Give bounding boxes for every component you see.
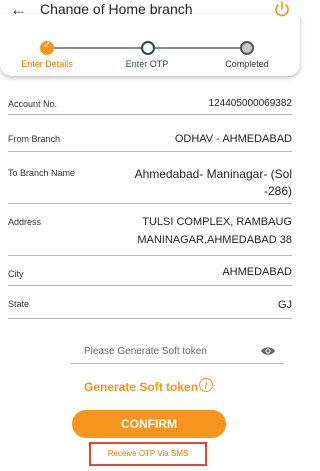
generate-soft-token-link[interactable]: Generate Soft token	[84, 380, 198, 394]
step-circle-completed: ✓	[40, 40, 54, 55]
to-branch-value-line1: Ahmedabad- Maninagar- (Sol	[134, 167, 292, 181]
to-branch-value-line2: -286)	[263, 184, 292, 198]
city-field: City AHMEDABAD	[8, 262, 292, 286]
address-value-line1: TULSI COMPLEX, RAMBAUG	[142, 216, 292, 228]
city-label: City	[8, 269, 24, 279]
step-connector	[155, 47, 241, 49]
city-value: AHMEDABAD	[222, 266, 292, 278]
info-icon[interactable]: i	[199, 378, 213, 392]
from-branch-value: ODHAV - AHMEDABAD	[174, 133, 292, 145]
step-circle-current	[141, 41, 155, 55]
step-label-enter-otp: Enter OTP	[125, 59, 169, 69]
check-icon: ✓	[43, 40, 52, 51]
account-no-field: Account No. 124405000069382	[8, 93, 292, 115]
address-label: Address	[8, 217, 42, 227]
state-field: State GJ	[8, 295, 292, 319]
to-branch-field: To Branch Name Ahmedabad- Maninagar- (So…	[8, 162, 292, 204]
step-connector	[51, 47, 142, 49]
from-branch-label: From Branch	[8, 134, 61, 144]
state-value: GJ	[277, 299, 292, 311]
confirm-button[interactable]: CONFIRM	[72, 410, 226, 438]
address-value-line2: MANINAGAR,AHMEDABAD 38	[137, 234, 292, 246]
step-label-completed: Completed	[225, 59, 269, 69]
soft-token-input[interactable]: Please Generate Soft token	[70, 342, 284, 364]
receive-otp-sms-link[interactable]: Receive OTP Via SMS	[91, 449, 205, 458]
from-branch-field: From Branch ODHAV - AHMEDABAD	[8, 128, 292, 152]
state-label: State	[8, 299, 30, 309]
account-no-value: 124405000069382	[208, 98, 292, 109]
progress-stepper: ✓ Enter Details Enter OTP Completed	[0, 14, 300, 76]
account-no-label: Account No.	[8, 99, 58, 109]
power-icon[interactable]	[273, 0, 291, 18]
soft-token-placeholder: Please Generate Soft token	[84, 346, 207, 357]
sms-highlight-box: Receive OTP Via SMS	[89, 442, 207, 466]
step-circle-pending	[240, 41, 254, 55]
to-branch-label: To Branch Name	[8, 168, 76, 178]
step-label-enter-details: Enter Details	[21, 59, 73, 69]
address-field: Address TULSI COMPLEX, RAMBAUG MANINAGAR…	[8, 212, 292, 256]
eye-icon[interactable]	[260, 343, 276, 359]
